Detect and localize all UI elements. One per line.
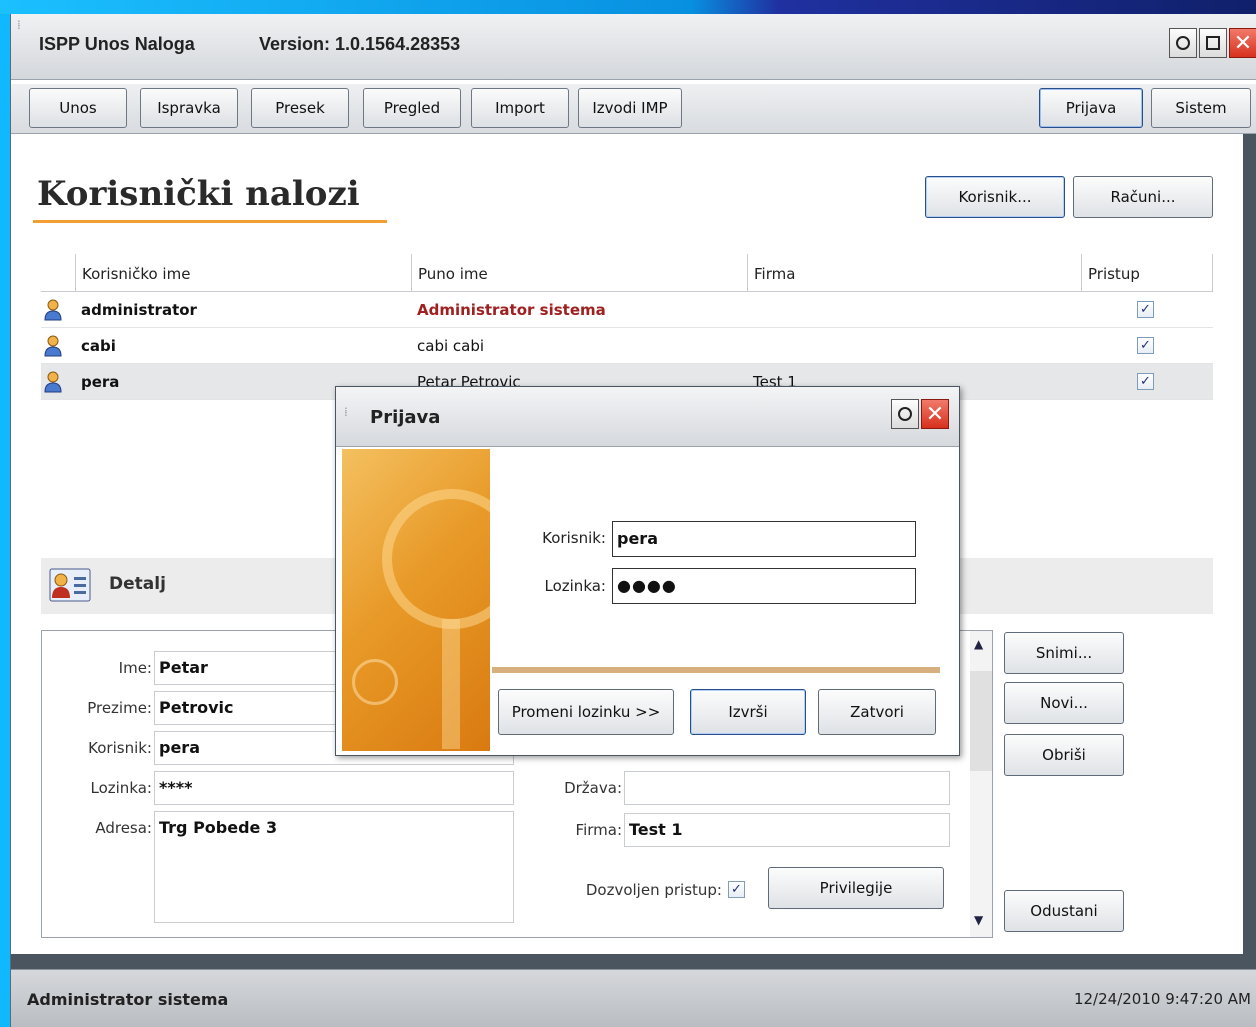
circle-icon bbox=[898, 407, 912, 421]
column-header-pristup[interactable]: Pristup bbox=[1081, 254, 1213, 292]
prijava-button[interactable]: Prijava bbox=[1039, 88, 1143, 128]
cell-username: pera bbox=[81, 373, 120, 391]
main-toolbar: Unos Ispravka Presek Pregled Import Izvo… bbox=[11, 84, 1256, 134]
korisnik-label: Korisnik: bbox=[88, 739, 152, 757]
close-button[interactable]: ✕ bbox=[1229, 28, 1256, 58]
status-datetime: 12/24/2010 9:47:20 AM bbox=[1073, 990, 1251, 1008]
cell-username: administrator bbox=[81, 301, 197, 319]
sistem-button[interactable]: Sistem bbox=[1151, 88, 1251, 128]
key-ring bbox=[352, 659, 398, 705]
window-controls: ✕ bbox=[1169, 28, 1256, 58]
adresa-field[interactable]: Trg Pobede 3 bbox=[154, 811, 514, 923]
pristup-checkbox[interactable]: ✓ bbox=[1137, 301, 1154, 318]
firma-label: Firma: bbox=[575, 821, 622, 839]
key-stem bbox=[442, 619, 460, 749]
user-icon bbox=[44, 335, 62, 357]
dialog-korisnik-label: Korisnik: bbox=[542, 529, 606, 547]
adresa-label: Adresa: bbox=[95, 819, 152, 837]
scroll-thumb[interactable] bbox=[970, 671, 992, 771]
dialog-close-button[interactable]: ✕ bbox=[921, 399, 949, 429]
close-icon: ✕ bbox=[925, 401, 945, 427]
user-icon bbox=[44, 371, 62, 393]
snimi-button[interactable]: Snimi... bbox=[1004, 632, 1124, 674]
detail-scrollbar[interactable]: ▲ ▼ bbox=[970, 631, 992, 937]
prezime-label: Prezime: bbox=[87, 699, 152, 717]
import-button[interactable]: Import bbox=[471, 88, 569, 128]
drzava-label: Država: bbox=[564, 779, 622, 797]
dialog-minimize-button[interactable] bbox=[891, 399, 919, 429]
obrisi-button[interactable]: Obriši bbox=[1004, 734, 1124, 776]
dialog-title: Prijava bbox=[370, 407, 441, 428]
dialog-korisnik-input[interactable]: pera bbox=[612, 521, 916, 557]
user-icon bbox=[44, 299, 62, 321]
status-bar: Administrator sistema 12/24/2010 9:47:20… bbox=[11, 969, 1256, 1027]
pregled-button[interactable]: Pregled bbox=[363, 88, 461, 128]
key-icon bbox=[382, 489, 490, 629]
dialog-title-bar[interactable]: ⁞ Prijava ✕ bbox=[336, 387, 959, 447]
lozinka-label: Lozinka: bbox=[90, 779, 153, 797]
dialog-divider bbox=[492, 667, 940, 673]
unos-button[interactable]: Unos bbox=[29, 88, 127, 128]
drzava-field[interactable] bbox=[624, 771, 950, 805]
dialog-window-controls: ✕ bbox=[891, 399, 949, 429]
detail-title: Detalj bbox=[109, 574, 166, 594]
desktop-top-strip bbox=[0, 0, 1256, 14]
users-grid: Korisničko ime Puno ime Firma Pristup ad… bbox=[41, 254, 1213, 400]
dozvoljen-pristup-checkbox[interactable]: ✓ bbox=[728, 881, 745, 898]
racuni-button[interactable]: Računi... bbox=[1073, 176, 1213, 218]
pristup-checkbox[interactable]: ✓ bbox=[1137, 337, 1154, 354]
pristup-checkbox[interactable]: ✓ bbox=[1137, 373, 1154, 390]
scroll-down-icon[interactable]: ▼ bbox=[974, 913, 983, 927]
izvrsi-button[interactable]: Izvrši bbox=[690, 689, 806, 735]
status-separator bbox=[11, 954, 1256, 969]
grid-header: Korisničko ime Puno ime Firma Pristup bbox=[41, 254, 1213, 292]
title-bar[interactable]: ⁞ ISPP Unos Naloga Version: 1.0.1564.283… bbox=[11, 14, 1256, 80]
column-header-firma[interactable]: Firma bbox=[747, 254, 1081, 292]
circle-icon bbox=[1176, 36, 1190, 50]
lozinka-field[interactable]: **** bbox=[154, 771, 514, 805]
key-illustration bbox=[342, 449, 490, 751]
zatvori-button[interactable]: Zatvori bbox=[818, 689, 936, 735]
column-header-fullname[interactable]: Puno ime bbox=[411, 254, 747, 292]
status-user: Administrator sistema bbox=[27, 990, 229, 1009]
scroll-up-icon[interactable]: ▲ bbox=[974, 637, 983, 651]
dozvoljen-pristup-label: Dozvoljen pristup: bbox=[585, 881, 722, 899]
grip-icon: ⁞ bbox=[344, 405, 348, 419]
ispravka-button[interactable]: Ispravka bbox=[140, 88, 238, 128]
app-version: Version: 1.0.1564.28353 bbox=[259, 34, 461, 54]
dialog-lozinka-label: Lozinka: bbox=[544, 577, 607, 595]
cell-fullname: cabi cabi bbox=[417, 337, 485, 355]
grip-icon: ⁞ bbox=[17, 18, 22, 32]
dialog-lozinka-input[interactable]: ●●●● bbox=[612, 568, 916, 604]
window-right-edge bbox=[1243, 134, 1256, 954]
novi-button[interactable]: Novi... bbox=[1004, 682, 1124, 724]
cell-fullname: Administrator sistema bbox=[417, 301, 606, 319]
table-row[interactable]: administrator Administrator sistema ✓ bbox=[41, 292, 1213, 328]
table-row[interactable]: cabi cabi cabi ✓ bbox=[41, 328, 1213, 364]
odustani-button[interactable]: Odustani bbox=[1004, 890, 1124, 932]
prijava-dialog: ⁞ Prijava ✕ Korisnik: pera Lozinka: ●●●●… bbox=[335, 386, 960, 756]
privilegije-button[interactable]: Privilegije bbox=[768, 867, 944, 909]
promeni-lozinku-button[interactable]: Promeni lozinku >> bbox=[498, 689, 674, 735]
column-header-username[interactable]: Korisničko ime bbox=[75, 254, 411, 292]
minimize-button[interactable] bbox=[1169, 28, 1197, 58]
page-title: Korisnički nalozi bbox=[37, 174, 360, 214]
close-icon: ✕ bbox=[1233, 30, 1253, 56]
contact-card-icon bbox=[49, 568, 91, 602]
title-underline bbox=[33, 220, 387, 223]
korisnik-button[interactable]: Korisnik... bbox=[925, 176, 1065, 218]
cell-username: cabi bbox=[81, 337, 116, 355]
firma-field[interactable]: Test 1 bbox=[624, 813, 950, 847]
square-icon bbox=[1206, 36, 1220, 50]
maximize-button[interactable] bbox=[1199, 28, 1227, 58]
ime-label: Ime: bbox=[118, 659, 152, 677]
presek-button[interactable]: Presek bbox=[251, 88, 349, 128]
izvodi-imp-button[interactable]: Izvodi IMP bbox=[578, 88, 682, 128]
app-title: ISPP Unos Naloga bbox=[39, 34, 195, 54]
